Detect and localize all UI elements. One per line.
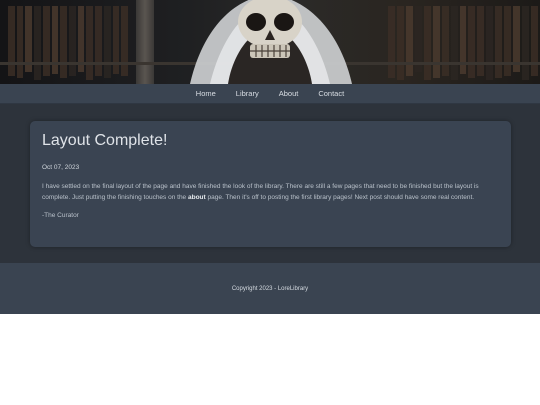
copyright-text: Copyright 2023 - LoreLibrary xyxy=(231,285,309,292)
bookshelf-right xyxy=(388,0,538,84)
pillar xyxy=(136,0,154,84)
skull-reaper-image xyxy=(190,0,352,84)
post-title: Layout Complete! xyxy=(42,132,168,149)
nav-contact-link[interactable]: Contact xyxy=(308,89,354,98)
header-banner xyxy=(0,0,540,84)
content-area: Layout Complete! Oct 07, 2023 I have set… xyxy=(0,104,540,263)
main-nav: Home Library About Contact xyxy=(0,84,540,104)
about-link[interactable]: about xyxy=(188,194,206,201)
post-card: Layout Complete! Oct 07, 2023 I have set… xyxy=(30,121,511,247)
bookshelf-left xyxy=(8,0,129,84)
post-body: I have settled on the final layout of th… xyxy=(42,181,499,203)
nav-about-link[interactable]: About xyxy=(269,89,309,98)
page-footer: Copyright 2023 - LoreLibrary xyxy=(0,263,540,314)
post-body-text-2: page. Then it's off to posting the first… xyxy=(205,194,475,201)
post-date: Oct 07, 2023 xyxy=(42,164,80,171)
nav-library-link[interactable]: Library xyxy=(226,89,269,98)
post-signature: -The Curator xyxy=(42,212,79,219)
nav-home-link[interactable]: Home xyxy=(186,89,226,98)
